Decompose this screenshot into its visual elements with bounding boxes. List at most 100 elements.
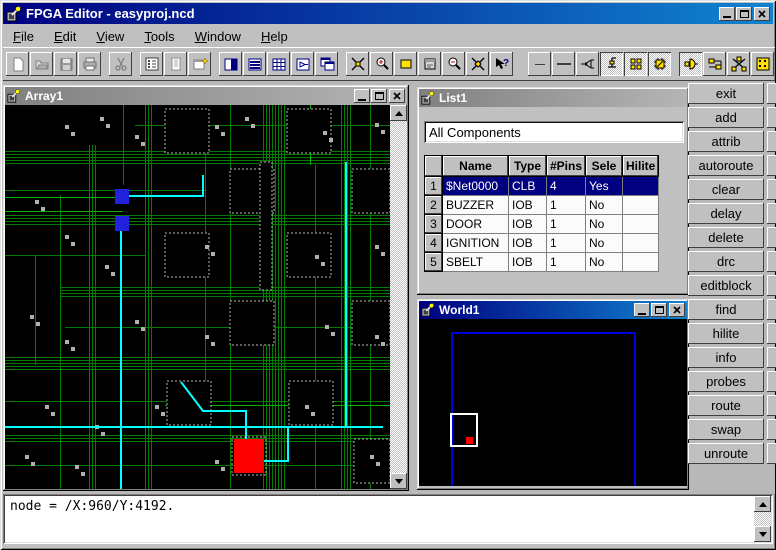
menu-help[interactable]: Help — [251, 27, 298, 46]
menu-tools[interactable]: Tools — [134, 27, 184, 46]
new-window-button[interactable] — [188, 52, 211, 76]
cell-sele[interactable]: No — [586, 234, 623, 253]
sidebar-overflow-button[interactable] — [767, 347, 776, 368]
row-number[interactable]: 4 — [425, 234, 443, 253]
cell-pins[interactable]: 4 — [547, 177, 586, 196]
sidebar-button-swap[interactable]: swap — [688, 419, 764, 440]
menu-window[interactable]: Window — [185, 27, 251, 46]
line-thin-button[interactable] — [528, 52, 551, 76]
grid-view-button[interactable] — [267, 52, 290, 76]
sidebar-overflow-button[interactable] — [767, 107, 776, 128]
col-pins[interactable]: #Pins — [547, 156, 586, 177]
menu-view[interactable]: View — [86, 27, 134, 46]
context-help-button[interactable]: ? — [490, 52, 513, 76]
list-view-button[interactable] — [164, 52, 187, 76]
sidebar-overflow-button[interactable] — [767, 275, 776, 296]
sidebar-overflow-button[interactable] — [767, 131, 776, 152]
sidebar-button-info[interactable]: info — [688, 347, 764, 368]
cell-pins[interactable]: 1 — [547, 234, 586, 253]
array-vertical-scrollbar[interactable] — [390, 105, 407, 489]
sidebar-overflow-button[interactable] — [767, 83, 776, 104]
array-titlebar[interactable]: Array1 — [5, 87, 407, 105]
cell-name[interactable]: IGNITION — [443, 234, 509, 253]
command-vertical-scrollbar[interactable] — [754, 496, 771, 542]
sidebar-overflow-button[interactable] — [767, 179, 776, 200]
component-filter-select[interactable]: All Components — [424, 121, 684, 143]
zoom-out-button[interactable] — [442, 52, 465, 76]
world-canvas[interactable] — [419, 319, 687, 486]
cell-hilite[interactable] — [623, 253, 659, 272]
cell-sele[interactable]: No — [586, 196, 623, 215]
cell-pins[interactable]: 1 — [547, 196, 586, 215]
symbol-view-button[interactable] — [291, 52, 314, 76]
cell-sele[interactable]: Yes — [586, 177, 623, 196]
sidebar-overflow-button[interactable] — [767, 419, 776, 440]
array-minimize-button[interactable] — [354, 89, 370, 103]
row-number[interactable]: 1 — [425, 177, 443, 196]
scroll-down-button[interactable] — [390, 473, 407, 489]
sidebar-button-clear[interactable]: clear — [688, 179, 764, 200]
cell-type[interactable]: IOB — [509, 253, 547, 272]
print-button[interactable] — [78, 52, 101, 76]
cell-type[interactable]: IOB — [509, 234, 547, 253]
sidebar-overflow-button[interactable] — [767, 155, 776, 176]
array-canvas[interactable] — [5, 105, 407, 489]
array-maximize-button[interactable] — [371, 89, 387, 103]
cell-type[interactable]: IOB — [509, 196, 547, 215]
main-titlebar[interactable]: FPGA Editor - easyproj.ncd — [3, 3, 773, 24]
world-titlebar[interactable]: World1 — [419, 301, 687, 319]
zoom-full-button[interactable] — [466, 52, 489, 76]
col-type[interactable]: Type — [509, 156, 547, 177]
open-file-button[interactable] — [30, 52, 53, 76]
sidebar-overflow-button[interactable] — [767, 395, 776, 416]
sidebar-overflow-button[interactable] — [767, 227, 776, 248]
save-file-button[interactable] — [54, 52, 77, 76]
row-number[interactable]: 3 — [425, 215, 443, 234]
menu-edit[interactable]: Edit — [44, 27, 86, 46]
route-mode-button[interactable] — [703, 52, 726, 76]
cell-sele[interactable]: No — [586, 253, 623, 272]
net-mode-button[interactable] — [576, 52, 599, 76]
sidebar-button-editblock[interactable]: editblock — [688, 275, 764, 296]
scroll-track[interactable] — [390, 121, 407, 473]
sidebar-button-autoroute[interactable]: autoroute — [688, 155, 764, 176]
macro-mode-button[interactable] — [679, 52, 702, 76]
zoom-rectangle-button[interactable] — [394, 52, 417, 76]
cascade-windows-button[interactable] — [315, 52, 338, 76]
col-rownum[interactable] — [425, 156, 443, 177]
pin-mode-button[interactable] — [600, 52, 623, 76]
cell-name[interactable]: DOOR — [443, 215, 509, 234]
zoom-previous-button[interactable] — [418, 52, 441, 76]
sidebar-button-attrib[interactable]: attrib — [688, 131, 764, 152]
scroll-down-button[interactable] — [754, 526, 771, 542]
sidebar-button-route[interactable]: route — [688, 395, 764, 416]
sidebar-overflow-button[interactable] — [767, 443, 776, 464]
menu-file[interactable]: File — [3, 27, 44, 46]
cut-button[interactable] — [109, 52, 132, 76]
line-thick-button[interactable] — [552, 52, 575, 76]
sidebar-overflow-button[interactable] — [767, 203, 776, 224]
world-maximize-button[interactable] — [651, 303, 667, 317]
sidebar-button-unroute[interactable]: unroute — [688, 443, 764, 464]
cell-hilite[interactable] — [623, 215, 659, 234]
cell-sele[interactable]: No — [586, 215, 623, 234]
sidebar-overflow-button[interactable] — [767, 323, 776, 344]
minimize-button[interactable] — [719, 7, 735, 21]
col-sele[interactable]: Sele — [586, 156, 623, 177]
col-name[interactable]: Name — [443, 156, 509, 177]
scroll-up-button[interactable] — [390, 105, 407, 121]
cell-hilite[interactable] — [623, 196, 659, 215]
array-close-button[interactable] — [389, 89, 405, 103]
scroll-up-button[interactable] — [754, 496, 771, 512]
zoom-in-button[interactable] — [370, 52, 393, 76]
stipple-mode-button[interactable] — [751, 52, 774, 76]
command-history-area[interactable]: node = /X:960/Y:4192. — [3, 494, 773, 544]
world-close-button[interactable] — [669, 303, 685, 317]
sidebar-button-delay[interactable]: delay — [688, 203, 764, 224]
table-row[interactable]: 1 $Net0000 CLB 4 Yes — [425, 177, 659, 196]
cell-hilite[interactable] — [623, 177, 659, 196]
cell-pins[interactable]: 1 — [547, 253, 586, 272]
swap-mode-button[interactable] — [727, 52, 750, 76]
sidebar-button-add[interactable]: add — [688, 107, 764, 128]
scroll-track[interactable] — [754, 512, 771, 526]
